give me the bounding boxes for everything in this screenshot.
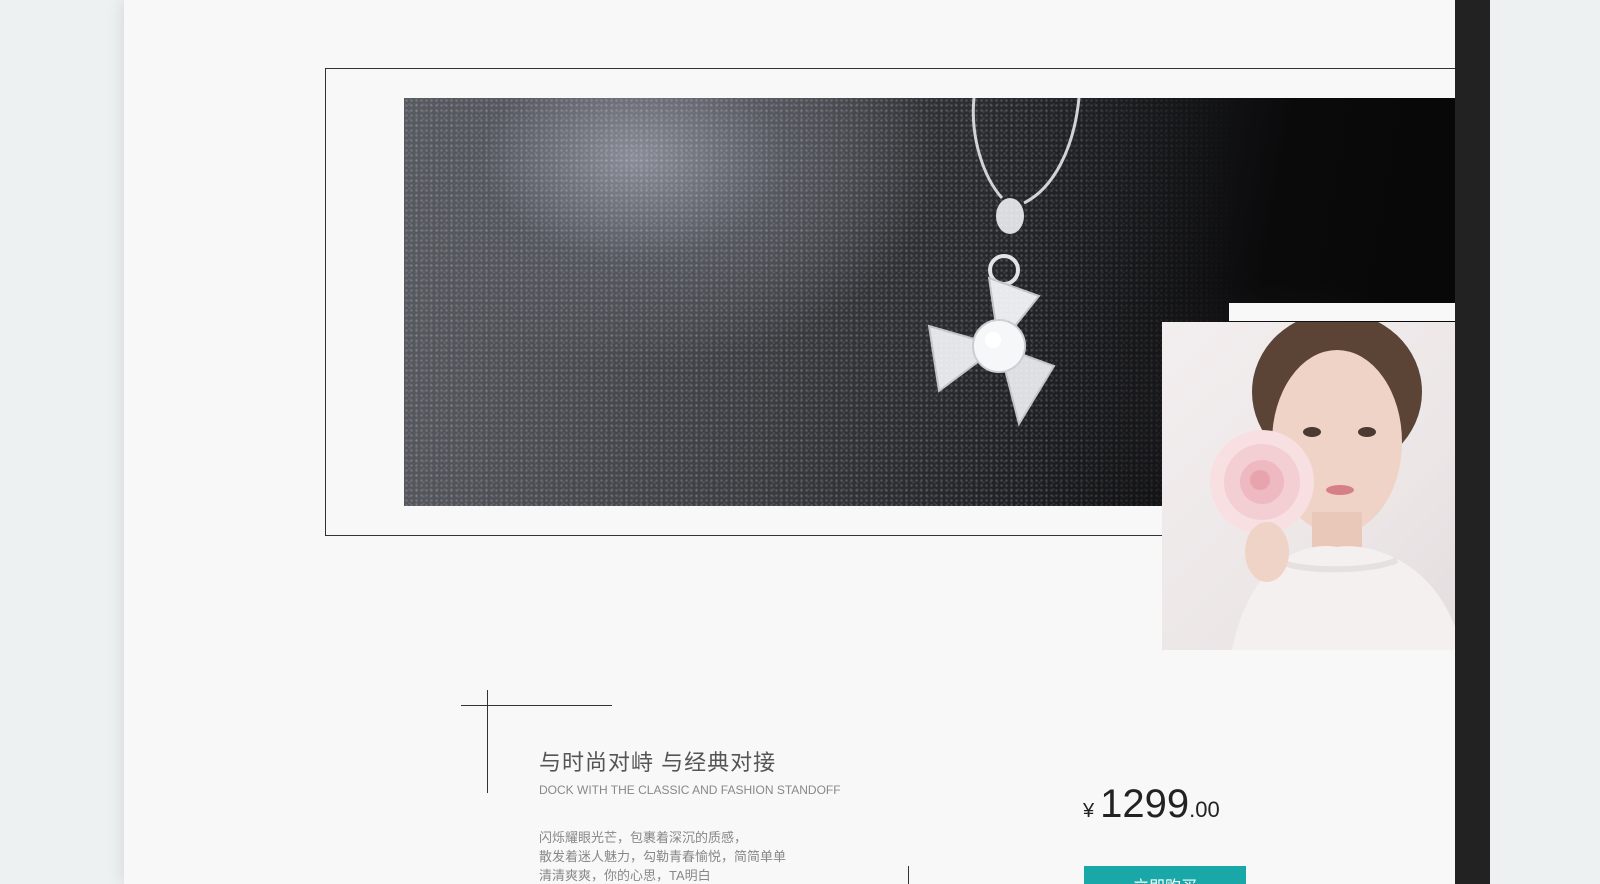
pendant-image xyxy=(927,98,1081,427)
divider-line xyxy=(908,866,909,884)
model-portrait-image xyxy=(1210,322,1455,650)
decorative-line-vertical xyxy=(487,690,488,793)
product-price: ¥1299.00 xyxy=(1083,782,1220,827)
product-page: 与时尚对峙 与经典对接 DOCK WITH THE CLASSIC AND FA… xyxy=(124,0,1455,884)
product-title-cn: 与时尚对峙 与经典对接 xyxy=(539,750,777,775)
price-decimal: .00 xyxy=(1189,797,1220,822)
description-line: 散发着迷人魅力，勾勒青春愉悦，简简单单 xyxy=(539,849,787,864)
product-description: 闪烁耀眼光芒，包裹着深沉的质感， 散发着迷人魅力，勾勒青春愉悦，简简单单 清清爽… xyxy=(539,828,786,884)
hero-cutout xyxy=(1229,303,1455,321)
buy-now-button[interactable]: 立即购买 xyxy=(1084,866,1246,884)
price-integer: 1299 xyxy=(1100,782,1190,826)
product-title-en: DOCK WITH THE CLASSIC AND FASHION STANDO… xyxy=(539,783,841,797)
decorative-line-horizontal xyxy=(461,705,612,706)
description-line: 清清爽爽，你的心思，TA明白 xyxy=(539,868,711,883)
right-sidebar-rail xyxy=(1455,0,1490,884)
description-line: 闪烁耀眼光芒，包裹着深沉的质感， xyxy=(539,830,748,845)
model-portrait xyxy=(1162,322,1455,650)
price-currency: ¥ xyxy=(1083,800,1095,822)
